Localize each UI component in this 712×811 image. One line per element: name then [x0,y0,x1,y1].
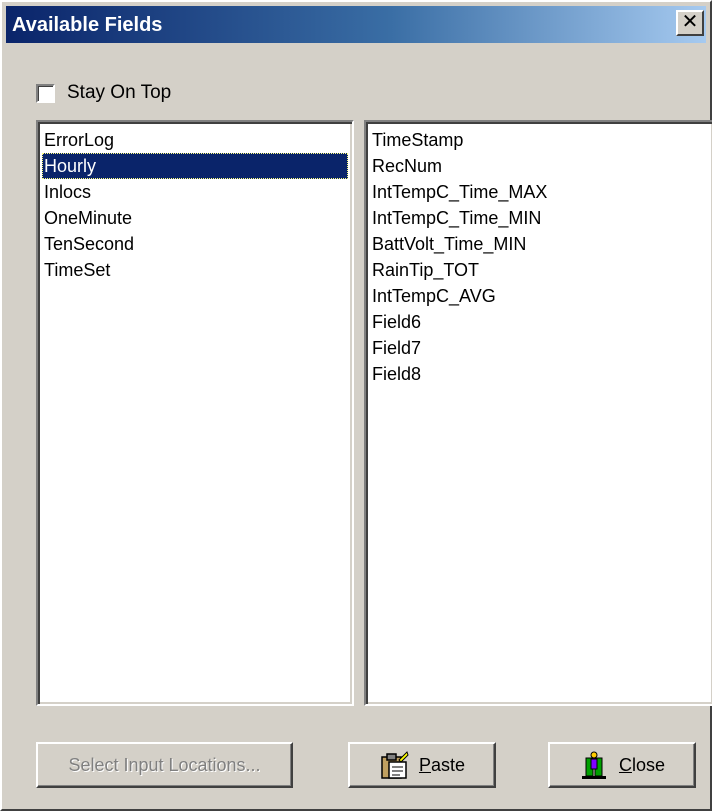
table-list-item[interactable]: TimeSet [42,257,348,283]
available-fields-window: Available Fields ✕ Stay On Top ErrorLog H… [0,0,712,811]
window-title: Available Fields [12,14,163,36]
table-list-item[interactable]: Hourly [42,153,348,179]
field-list-item[interactable]: RainTip_TOT [370,257,709,283]
select-input-locations-button: Select Input Locations... [36,742,293,788]
paste-icon [381,751,409,779]
table-list-item[interactable]: ErrorLog [42,127,348,153]
table-list-item[interactable]: TenSecond [42,231,348,257]
field-list-item[interactable]: IntTempC_AVG [370,283,709,309]
exit-door-icon [581,751,606,779]
field-list-item[interactable]: RecNum [370,153,709,179]
title-close-button[interactable]: ✕ [676,10,704,36]
close-button[interactable]: Close [548,742,696,788]
paste-label: Paste [418,754,466,775]
stay-on-top-option[interactable]: Stay On Top [36,80,171,106]
paste-button[interactable]: Paste [348,742,496,788]
stay-on-top-checkbox[interactable] [36,83,55,103]
table-list-item[interactable]: OneMinute [42,205,348,231]
field-list-item[interactable]: Field8 [370,361,709,387]
field-list-item[interactable]: Field6 [370,309,709,335]
close-icon: ✕ [681,11,699,33]
field-list-item[interactable]: Field7 [370,335,709,361]
close-label: Close [618,754,666,775]
fields-listbox[interactable]: TimeStamp RecNum IntTempC_Time_MAX IntTempC… [364,120,712,706]
stay-on-top-label[interactable]: Stay On Top [67,82,171,104]
table-list-item[interactable]: Inlocs [42,179,348,205]
tables-listbox[interactable]: ErrorLog Hourly Inlocs OneMinute TenSecond Ti… [36,120,354,706]
title-bar[interactable]: Available Fields ✕ [6,6,706,43]
field-list-item[interactable]: IntTempC_Time_MIN [370,205,709,231]
select-input-locations-label: Select Input Locations... [68,754,261,775]
field-list-item[interactable]: TimeStamp [370,127,709,153]
field-list-item[interactable]: IntTempC_Time_MAX [370,179,709,205]
field-list-item[interactable]: BattVolt_Time_MIN [370,231,709,257]
